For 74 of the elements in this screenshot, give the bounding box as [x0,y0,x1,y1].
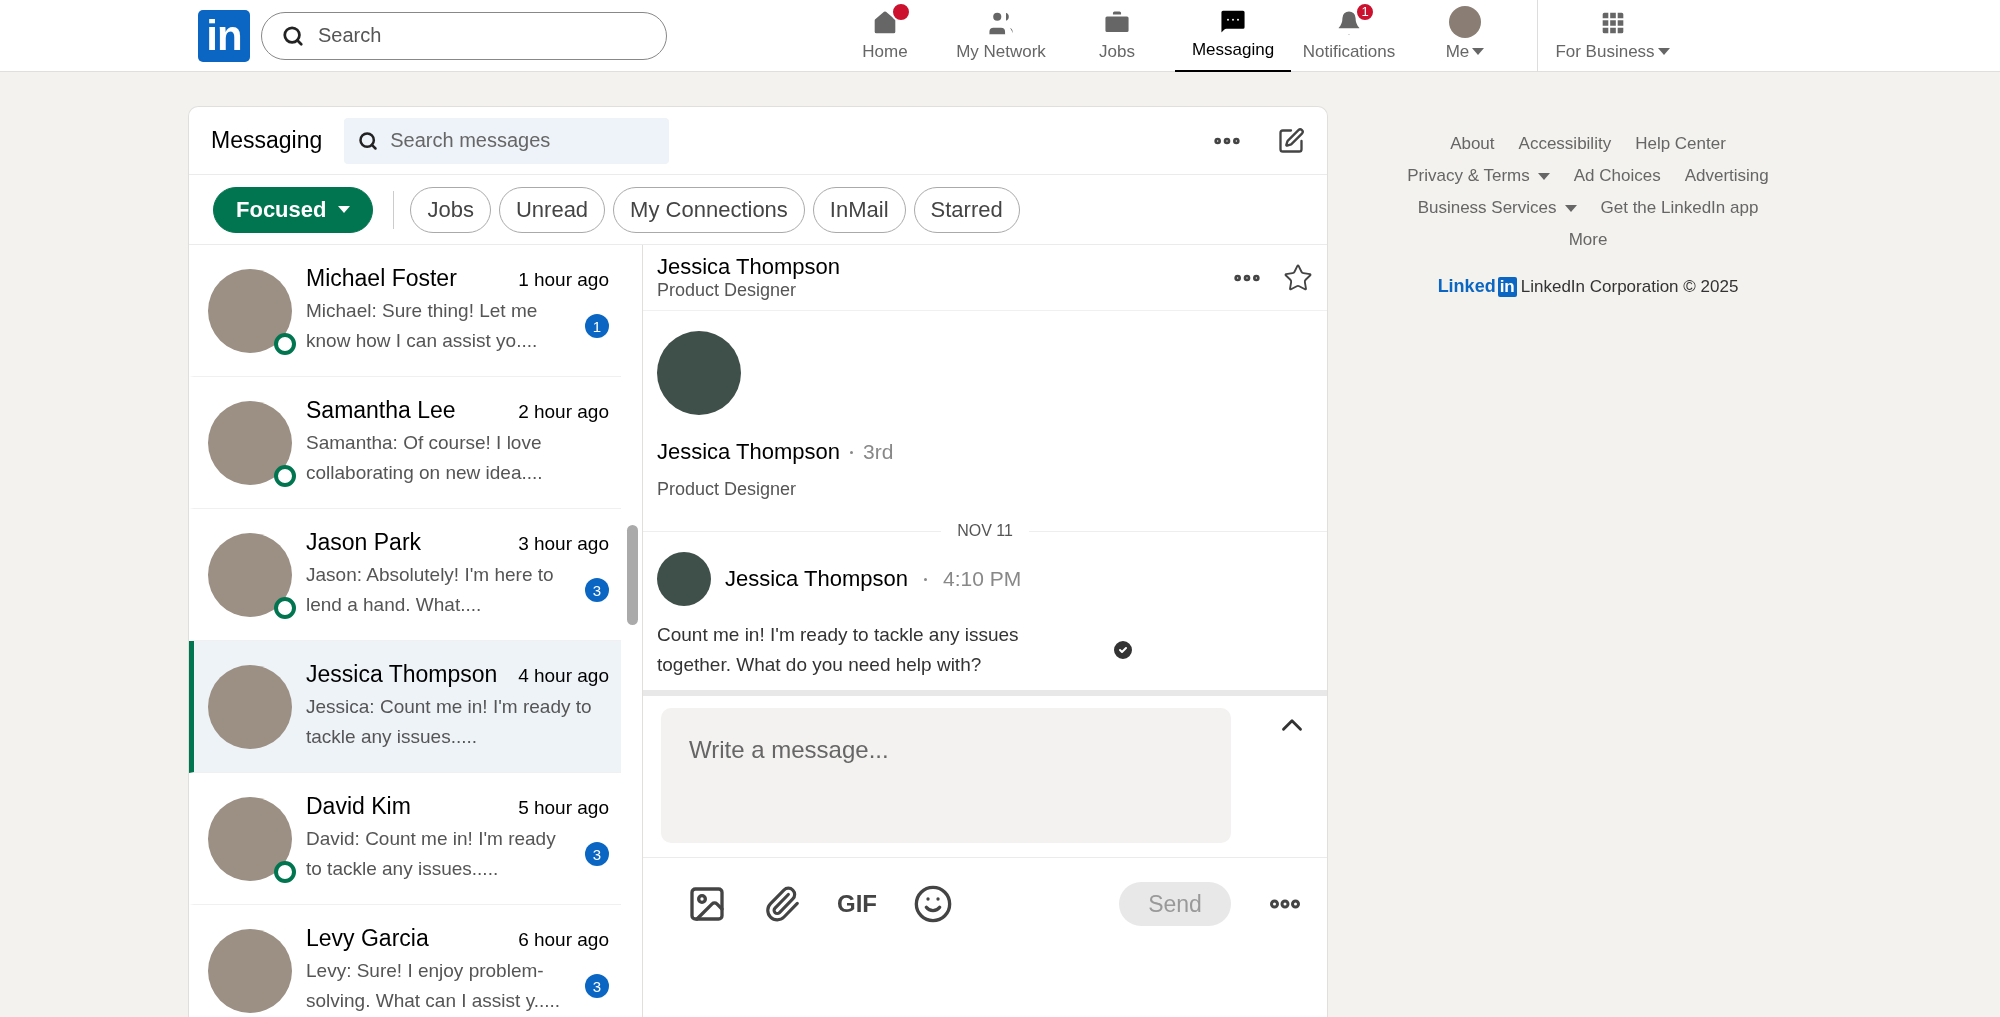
contact-name: Jessica Thompson [657,254,840,280]
footer-link[interactable]: Business Services [1417,198,1577,218]
unread-count: 3 [585,578,609,602]
contact-headline: Product Designer [657,280,798,301]
filter-pill[interactable]: Unread [498,186,606,233]
caret-icon [1472,48,1485,55]
search-icon [282,24,304,47]
compose-icon[interactable] [1277,126,1305,155]
contact-name: Michael Foster [306,265,457,292]
avatar [657,552,711,606]
contact-name: Jason Park [306,529,422,556]
footer-link[interactable]: About [1450,134,1495,154]
contact-name: Samantha Lee [306,397,456,424]
message-search-field[interactable]: Search messages [344,117,670,164]
emoji-icon[interactable] [913,884,953,924]
filter-pill[interactable]: Focused [213,186,374,233]
copyright-text: LinkedIn Corporation © 2025 [1520,276,1739,297]
search-icon [358,130,379,151]
message-preview: Michael: Sure thing! Let me know how I can assist yo.... [306,299,539,353]
message-time: 1 hour ago [518,269,609,291]
message-time: 2 hour ago [518,401,609,423]
connection-degree: 3rd [863,440,894,464]
message-text: Count me in! I'm ready to tackle any issues together. What do you need help with? [657,623,1020,677]
contact-name: Levy Garcia [306,925,429,952]
message-time: 3 hour ago [518,533,609,555]
gif-button[interactable]: GIF [837,890,877,918]
unread-count: 3 [585,974,609,998]
contact-name: Jessica Thompson [306,661,498,688]
message-preview: Jessica: Count me in! I'm ready to tackle any issues..... [306,695,593,749]
nav-item[interactable]: Messaging [1175,0,1291,72]
sender-name: Jessica Thompson [725,566,908,592]
footer-link[interactable]: Accessibility [1518,134,1612,154]
message-preview: Jason: Absolutely! I'm here to lend a hand. What.... [306,563,555,617]
message-time: 5 hour ago [518,797,609,819]
footer-link[interactable]: Help Center [1635,134,1726,154]
conversation-item[interactable]: Jessica Thompson 4 hour ago Jessica: Count me in! I'm ready to tackle any issues..... [189,641,621,773]
message-time: 4 hour ago [518,665,609,687]
footer-link[interactable]: Advertising [1684,166,1769,186]
nav-item[interactable]: Home [827,0,943,72]
nav-item[interactable]: Notifications 1 [1291,0,1407,72]
paperclip-icon[interactable] [763,885,801,923]
unread-count: 3 [585,842,609,866]
message-time: 6 hour ago [518,929,609,951]
filter-pill[interactable]: InMail [812,186,906,233]
linkedin-logo: Linked in [1437,276,1517,297]
nav-item[interactable]: Jobs [1059,0,1175,72]
footer-link[interactable]: Ad Choices [1573,166,1661,186]
notification-count: 1 [1355,1,1375,22]
profile-headline: Product Designer [657,479,798,500]
nav-item[interactable]: Me [1407,0,1523,72]
message-preview: Samantha: Of course! I love collaborating on new idea.... [306,431,544,485]
footer-link[interactable]: Privacy & Terms [1407,166,1550,186]
footer-link[interactable]: Get the LinkedIn app [1600,198,1759,218]
nav-item[interactable]: My Network [943,0,1059,72]
profile-name[interactable]: Jessica Thompson [657,439,840,465]
message-input[interactable]: Write a message... [661,708,1231,843]
nav-item[interactable]: For Business [1537,0,1687,72]
footer-link[interactable]: More [1568,230,1608,250]
message-preview: Levy: Sure! I enjoy problem-solving. What can I assist y..... [306,959,562,1013]
profile-avatar [1449,5,1481,38]
message-time: 4:10 PM [943,567,1022,591]
caret-icon [338,206,351,213]
unread-count: 1 [585,314,609,338]
caret-icon [1657,48,1670,55]
filter-pill[interactable]: My Connections [613,186,805,233]
filter-pill[interactable]: Starred [913,186,1020,233]
star-icon[interactable] [1283,262,1313,293]
date-divider: NOV 11 [957,522,1013,540]
message-preview: David: Count me in! I'm ready to tackle any issues..... [306,827,557,881]
filter-pill[interactable]: Jobs [410,186,491,233]
messaging-title: Messaging [211,127,323,154]
image-icon[interactable] [687,884,727,924]
linkedin-logo[interactable]: in [198,9,250,62]
contact-name: David Kim [306,793,411,820]
